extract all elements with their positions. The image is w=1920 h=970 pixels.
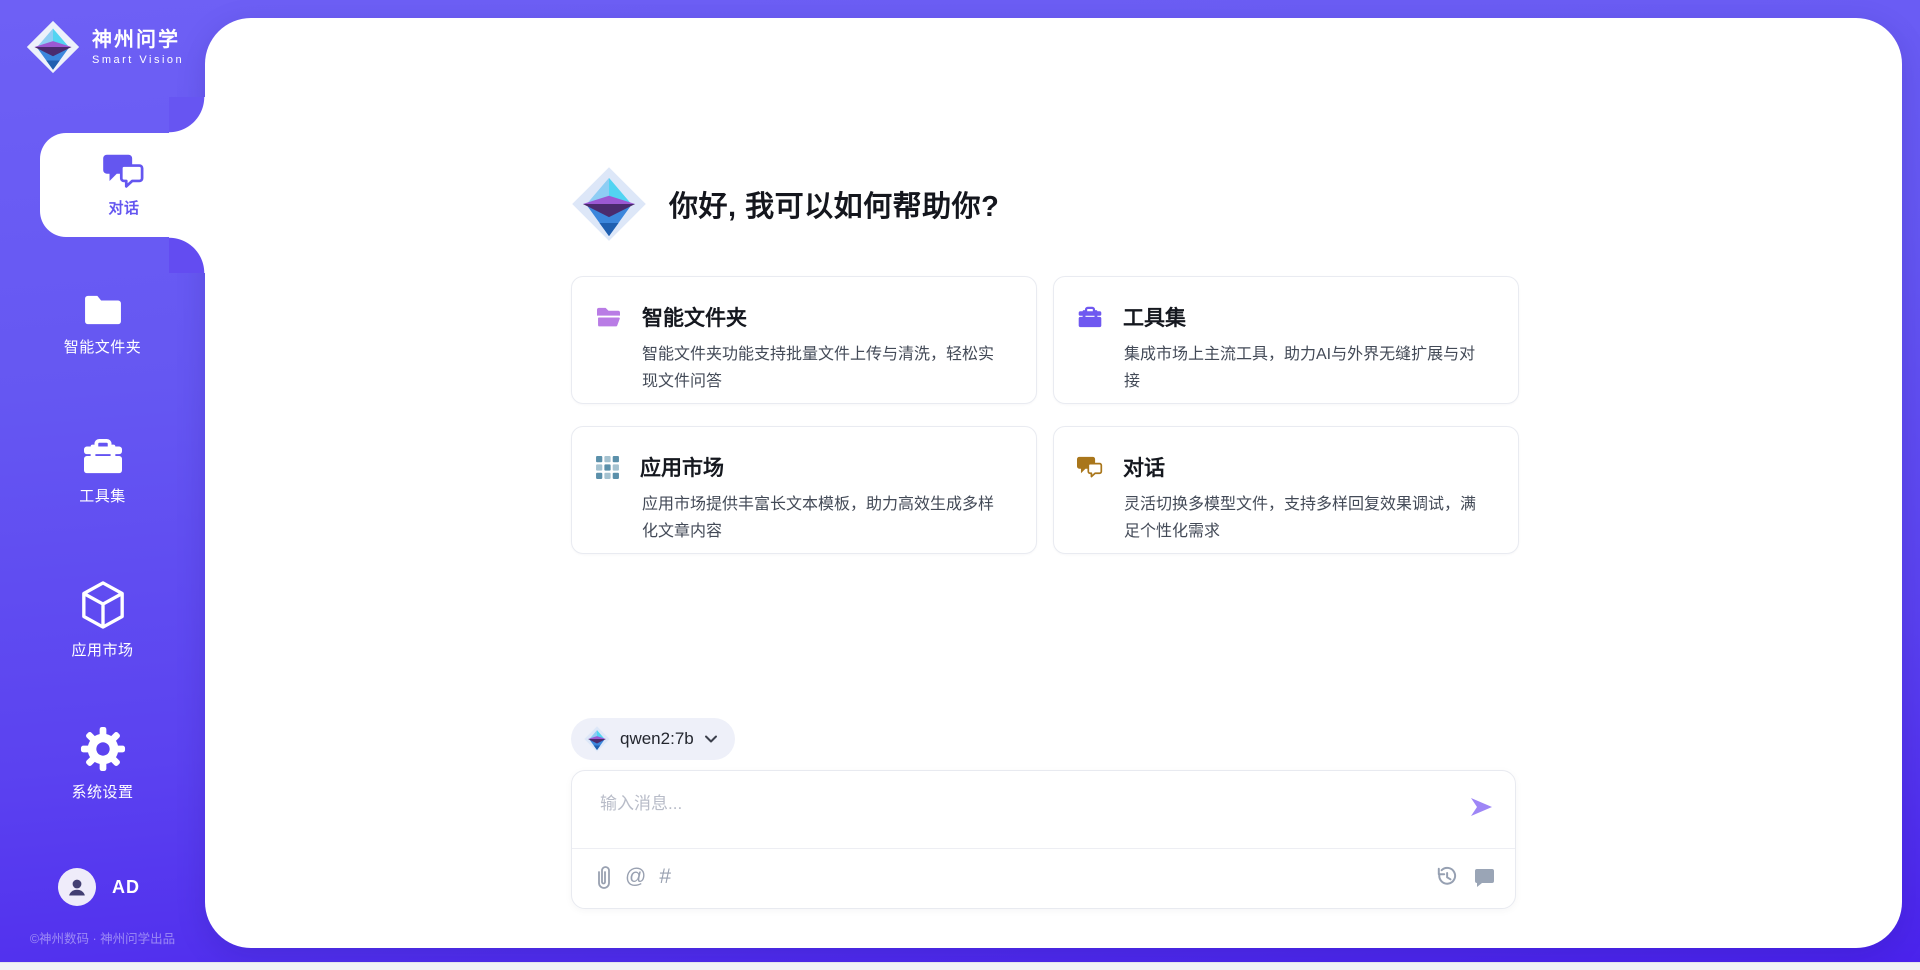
sidebar-item-label: 系统设置 <box>71 781 133 802</box>
card-title: 工具集 <box>1123 302 1186 332</box>
card-chat[interactable]: 对话 灵活切换多模型文件，支持多样回复效果调试，满足个性化需求 <box>1053 426 1519 554</box>
toolbox-icon <box>81 438 125 476</box>
feature-cards: 智能文件夹 智能文件夹功能支持批量文件上传与清洗，轻松实现文件问答 工具集 集成… <box>571 276 1519 554</box>
sidebar-item-toolset[interactable]: 工具集 <box>0 438 205 506</box>
sidebar-footer: ©神州数码 · 神州问学出品 <box>0 928 205 947</box>
sidebar-item-label: 对话 <box>108 197 139 218</box>
history-icon <box>1434 864 1459 889</box>
composer-divider <box>572 848 1515 849</box>
brand-gem-icon <box>571 166 647 242</box>
composer-right-tools <box>1434 864 1495 889</box>
sidebar-item-app-market[interactable]: 应用市场 <box>0 580 205 660</box>
sidebar-item-smart-folder[interactable]: 智能文件夹 <box>0 293 205 357</box>
card-description: 灵活切换多模型文件，支持多样回复效果调试，满足个性化需求 <box>1124 491 1476 545</box>
card-description: 应用市场提供丰富长文本模板，助力高效生成多样化文章内容 <box>642 491 994 545</box>
gear-icon <box>80 726 126 772</box>
sidebar-item-label: 智能文件夹 <box>64 336 142 357</box>
card-app-market[interactable]: 应用市场 应用市场提供丰富长文本模板，助力高效生成多样化文章内容 <box>571 426 1037 554</box>
brand: 神州问学 Smart Vision <box>26 20 184 74</box>
paperclip-icon <box>596 865 612 890</box>
sidebar-item-label: 应用市场 <box>71 639 133 660</box>
horizontal-scrollbar[interactable] <box>0 962 1920 970</box>
brand-gem-icon <box>584 726 610 752</box>
card-description: 智能文件夹功能支持批量文件上传与清洗，轻松实现文件问答 <box>642 341 994 395</box>
chat-icon <box>1077 455 1103 479</box>
brand-gem-icon <box>26 20 80 74</box>
history-button[interactable] <box>1434 864 1459 889</box>
tab-fillet-bottom <box>169 237 205 273</box>
greeting: 你好, 我可以如何帮助你? <box>571 166 999 242</box>
model-selector[interactable]: qwen2:7b <box>571 718 735 760</box>
avatar <box>58 868 96 906</box>
send-button[interactable] <box>1467 793 1495 821</box>
grid-icon <box>595 455 620 480</box>
card-title: 对话 <box>1123 452 1165 482</box>
brand-name: 神州问学 <box>92 29 184 51</box>
person-icon <box>65 875 89 899</box>
folder-icon <box>82 293 124 327</box>
composer: @ # <box>571 770 1516 909</box>
sidebar-item-settings[interactable]: 系统设置 <box>0 726 205 802</box>
hash-icon: # <box>659 864 671 890</box>
model-name: qwen2:7b <box>620 729 694 749</box>
tab-fillet-top <box>169 97 205 133</box>
card-toolset[interactable]: 工具集 集成市场上主流工具，助力AI与外界无缝扩展与对接 <box>1053 276 1519 404</box>
toolbox-icon <box>1077 306 1103 329</box>
cube-icon <box>80 580 126 630</box>
user-chip[interactable]: AD <box>58 868 140 906</box>
greeting-title: 你好, 我可以如何帮助你? <box>669 183 999 225</box>
brand-subtitle: Smart Vision <box>92 54 184 66</box>
chevron-down-icon <box>704 735 718 744</box>
send-icon <box>1467 793 1495 821</box>
card-title: 应用市场 <box>640 452 724 482</box>
sidebar-item-label: 工具集 <box>79 485 126 506</box>
card-smart-folder[interactable]: 智能文件夹 智能文件夹功能支持批量文件上传与清洗，轻松实现文件问答 <box>571 276 1037 404</box>
at-icon: @ <box>625 864 646 890</box>
sidebar-item-chat[interactable]: 对话 <box>40 133 208 237</box>
chat-bubble-icon <box>1473 866 1495 888</box>
user-initials: AD <box>112 877 140 898</box>
card-description: 集成市场上主流工具，助力AI与外界无缝扩展与对接 <box>1124 341 1476 395</box>
brand-text: 神州问学 Smart Vision <box>92 29 184 66</box>
message-input[interactable] <box>598 787 1432 841</box>
card-title: 智能文件夹 <box>642 302 747 332</box>
feedback-button[interactable] <box>1473 866 1495 888</box>
attach-button[interactable] <box>596 865 612 890</box>
open-folder-icon <box>595 306 622 329</box>
hashtag-button[interactable]: # <box>659 864 671 890</box>
mention-button[interactable]: @ <box>625 864 646 890</box>
composer-tools: @ # <box>596 864 671 890</box>
chat-icon <box>103 152 145 190</box>
